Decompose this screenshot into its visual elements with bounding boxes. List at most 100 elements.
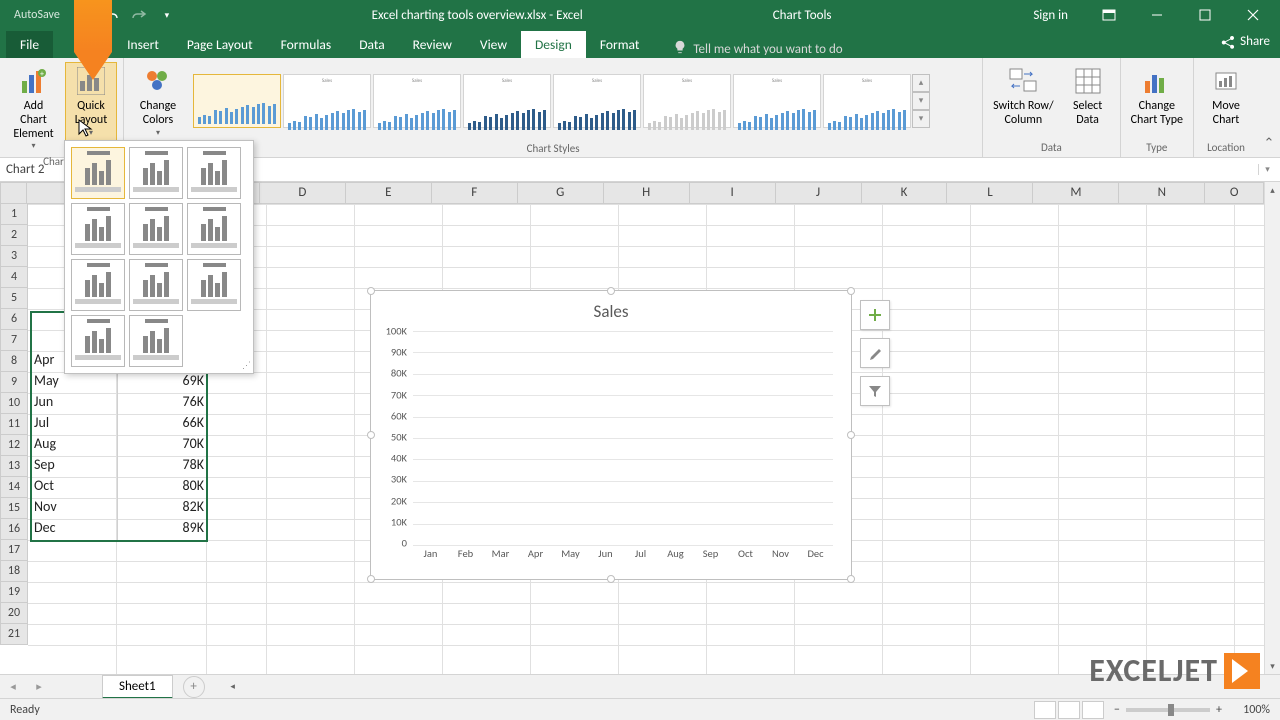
select-data-button[interactable]: Select Data bbox=[1062, 62, 1114, 139]
data-row[interactable]: Dec89K bbox=[30, 519, 208, 540]
tab-design[interactable]: Design bbox=[521, 31, 586, 58]
row-header-16[interactable]: 16 bbox=[0, 519, 28, 540]
add-sheet-button[interactable]: + bbox=[183, 676, 205, 698]
chart-handle-se[interactable] bbox=[847, 575, 855, 583]
row-header-11[interactable]: 11 bbox=[0, 414, 28, 435]
row-header-3[interactable]: 3 bbox=[0, 246, 28, 267]
row-header-12[interactable]: 12 bbox=[0, 435, 28, 456]
signin-button[interactable]: Sign in bbox=[1017, 8, 1084, 23]
vertical-scrollbar[interactable]: ▴ ▾ bbox=[1264, 182, 1280, 674]
row-header-1[interactable]: 1 bbox=[0, 204, 28, 225]
chart-handle-e[interactable] bbox=[847, 431, 855, 439]
tab-formulas[interactable]: Formulas bbox=[267, 31, 346, 58]
chart-style-4[interactable]: Sales bbox=[463, 74, 551, 128]
column-header-E[interactable]: E bbox=[346, 182, 432, 204]
column-header-I[interactable]: I bbox=[690, 182, 776, 204]
minimize-icon[interactable] bbox=[1134, 0, 1180, 30]
quick-layout-option[interactable] bbox=[71, 259, 125, 311]
tab-insert[interactable]: Insert bbox=[113, 31, 173, 58]
data-row[interactable]: Jul66K bbox=[30, 414, 208, 435]
popup-resize-handle[interactable]: ⋰ bbox=[242, 360, 251, 371]
row-header-7[interactable]: 7 bbox=[0, 330, 28, 351]
column-header-H[interactable]: H bbox=[604, 182, 690, 204]
move-chart-button[interactable]: Move Chart bbox=[1200, 62, 1252, 139]
sheet-nav-prev[interactable]: ◂ bbox=[0, 680, 26, 693]
tab-data[interactable]: Data bbox=[345, 31, 398, 58]
chart-styles-button[interactable] bbox=[860, 338, 890, 368]
row-header-9[interactable]: 9 bbox=[0, 372, 28, 393]
row-header-13[interactable]: 13 bbox=[0, 456, 28, 477]
quick-layout-option[interactable] bbox=[71, 315, 125, 367]
data-row[interactable]: Aug70K bbox=[30, 435, 208, 456]
gallery-scroll-down[interactable]: ▾ bbox=[912, 92, 930, 110]
quick-layout-option[interactable] bbox=[129, 203, 183, 255]
row-header-5[interactable]: 5 bbox=[0, 288, 28, 309]
row-header-8[interactable]: 8 bbox=[0, 351, 28, 372]
chart-handle-nw[interactable] bbox=[367, 287, 375, 295]
row-header-21[interactable]: 21 bbox=[0, 624, 28, 645]
redo-icon[interactable] bbox=[126, 3, 152, 27]
row-header-4[interactable]: 4 bbox=[0, 267, 28, 288]
column-header-J[interactable]: J bbox=[776, 182, 862, 204]
chart-style-7[interactable]: Sales bbox=[733, 74, 821, 128]
column-header-L[interactable]: L bbox=[947, 182, 1033, 204]
page-break-view-button[interactable] bbox=[1082, 701, 1104, 719]
chart-style-2[interactable]: Sales bbox=[283, 74, 371, 128]
normal-view-button[interactable] bbox=[1034, 701, 1056, 719]
collapse-ribbon-icon[interactable]: ⌃ bbox=[1258, 58, 1280, 157]
switch-row-column-button[interactable]: Switch Row/ Column bbox=[989, 62, 1057, 139]
add-chart-element-button[interactable]: + Add Chart Element▾ bbox=[6, 62, 61, 153]
quick-layout-option[interactable] bbox=[129, 259, 183, 311]
share-button[interactable]: Share bbox=[1220, 34, 1270, 49]
column-header-K[interactable]: K bbox=[862, 182, 948, 204]
row-header-14[interactable]: 14 bbox=[0, 477, 28, 498]
row-header-15[interactable]: 15 bbox=[0, 498, 28, 519]
chart-handle-sw[interactable] bbox=[367, 575, 375, 583]
tab-review[interactable]: Review bbox=[399, 31, 466, 58]
chart-filters-button[interactable] bbox=[860, 376, 890, 406]
row-header-18[interactable]: 18 bbox=[0, 561, 28, 582]
select-all-corner[interactable] bbox=[0, 182, 27, 204]
ribbon-display-icon[interactable] bbox=[1086, 0, 1132, 30]
sheet-nav-next[interactable]: ▸ bbox=[26, 680, 52, 693]
tell-me-search[interactable]: Tell me what you want to do bbox=[673, 40, 842, 58]
sheet-tab-sheet1[interactable]: Sheet1 bbox=[102, 675, 173, 699]
row-header-19[interactable]: 19 bbox=[0, 582, 28, 603]
row-header-2[interactable]: 2 bbox=[0, 225, 28, 246]
qat-customize-icon[interactable]: ▾ bbox=[154, 3, 180, 27]
column-header-M[interactable]: M bbox=[1033, 182, 1119, 204]
quick-layout-option[interactable] bbox=[187, 203, 241, 255]
column-header-O[interactable]: O bbox=[1205, 182, 1264, 204]
data-row[interactable]: Oct80K bbox=[30, 477, 208, 498]
chart-elements-button[interactable] bbox=[860, 300, 890, 330]
change-colors-button[interactable]: Change Colors▾ bbox=[130, 62, 186, 140]
tab-format[interactable]: Format bbox=[586, 31, 654, 58]
quick-layout-option[interactable] bbox=[187, 147, 241, 199]
chart-title[interactable]: Sales bbox=[371, 291, 851, 326]
chart-style-3[interactable]: Sales bbox=[373, 74, 461, 128]
scroll-up-icon[interactable]: ▴ bbox=[1265, 182, 1280, 198]
row-header-17[interactable]: 17 bbox=[0, 540, 28, 561]
column-header-F[interactable]: F bbox=[432, 182, 518, 204]
quick-layout-option[interactable] bbox=[187, 259, 241, 311]
formula-bar-expand-icon[interactable]: ▾ bbox=[1258, 164, 1276, 175]
zoom-out-button[interactable]: − bbox=[1114, 703, 1120, 717]
change-chart-type-button[interactable]: Change Chart Type bbox=[1127, 62, 1187, 139]
chart-style-6[interactable]: Sales bbox=[643, 74, 731, 128]
zoom-slider[interactable] bbox=[1126, 708, 1210, 712]
gallery-scroll-up[interactable]: ▴ bbox=[912, 74, 930, 92]
chart-style-8[interactable]: Sales bbox=[823, 74, 911, 128]
autosave-toggle[interactable]: AutoSave bbox=[6, 8, 68, 22]
chart-handle-ne[interactable] bbox=[847, 287, 855, 295]
column-header-G[interactable]: G bbox=[518, 182, 604, 204]
chart-plot-area[interactable] bbox=[413, 331, 833, 543]
column-header-D[interactable]: D bbox=[260, 182, 346, 204]
zoom-in-button[interactable]: + bbox=[1216, 703, 1222, 717]
quick-layout-option[interactable] bbox=[129, 147, 183, 199]
data-row[interactable]: May69K bbox=[30, 372, 208, 393]
chart-handle-n[interactable] bbox=[607, 287, 615, 295]
maximize-icon[interactable] bbox=[1182, 0, 1228, 30]
data-row[interactable]: Sep78K bbox=[30, 456, 208, 477]
chart-style-1[interactable] bbox=[193, 74, 281, 128]
row-header-6[interactable]: 6 bbox=[0, 309, 28, 330]
